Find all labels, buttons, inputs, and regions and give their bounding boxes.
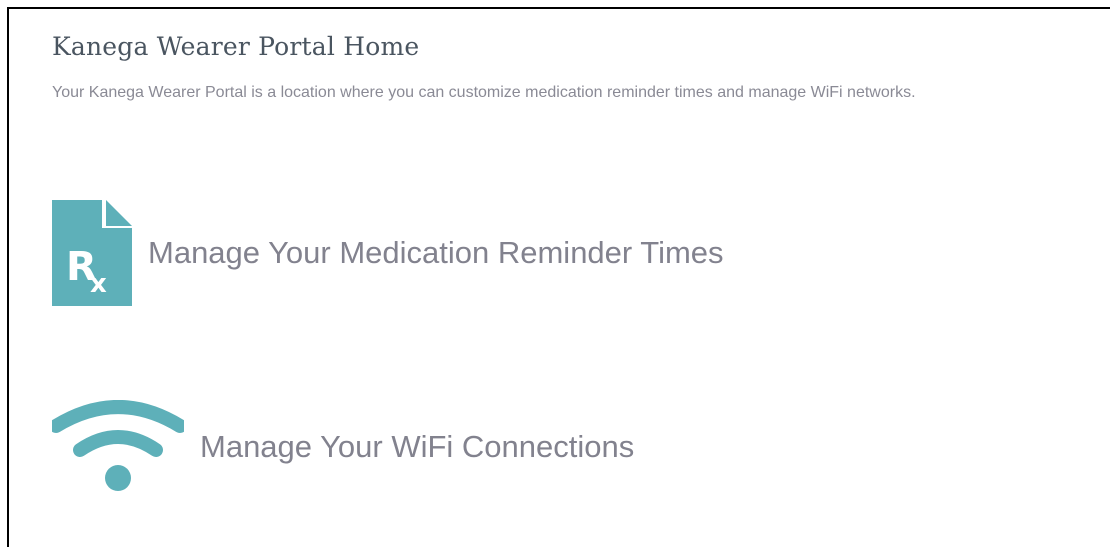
manage-medication-link[interactable]: R x Manage Your Medication Reminder Time…	[52, 200, 724, 306]
manage-wifi-link[interactable]: Manage Your WiFi Connections	[52, 400, 634, 494]
svg-text:x: x	[90, 269, 107, 299]
wifi-icon	[52, 400, 184, 494]
page-description: Your Kanega Wearer Portal is a location …	[52, 84, 916, 101]
manage-medication-label: Manage Your Medication Reminder Times	[148, 235, 724, 270]
manage-wifi-label: Manage Your WiFi Connections	[200, 429, 635, 464]
page-title: Kanega Wearer Portal Home	[52, 32, 420, 61]
prescription-document-icon: R x	[52, 200, 132, 306]
